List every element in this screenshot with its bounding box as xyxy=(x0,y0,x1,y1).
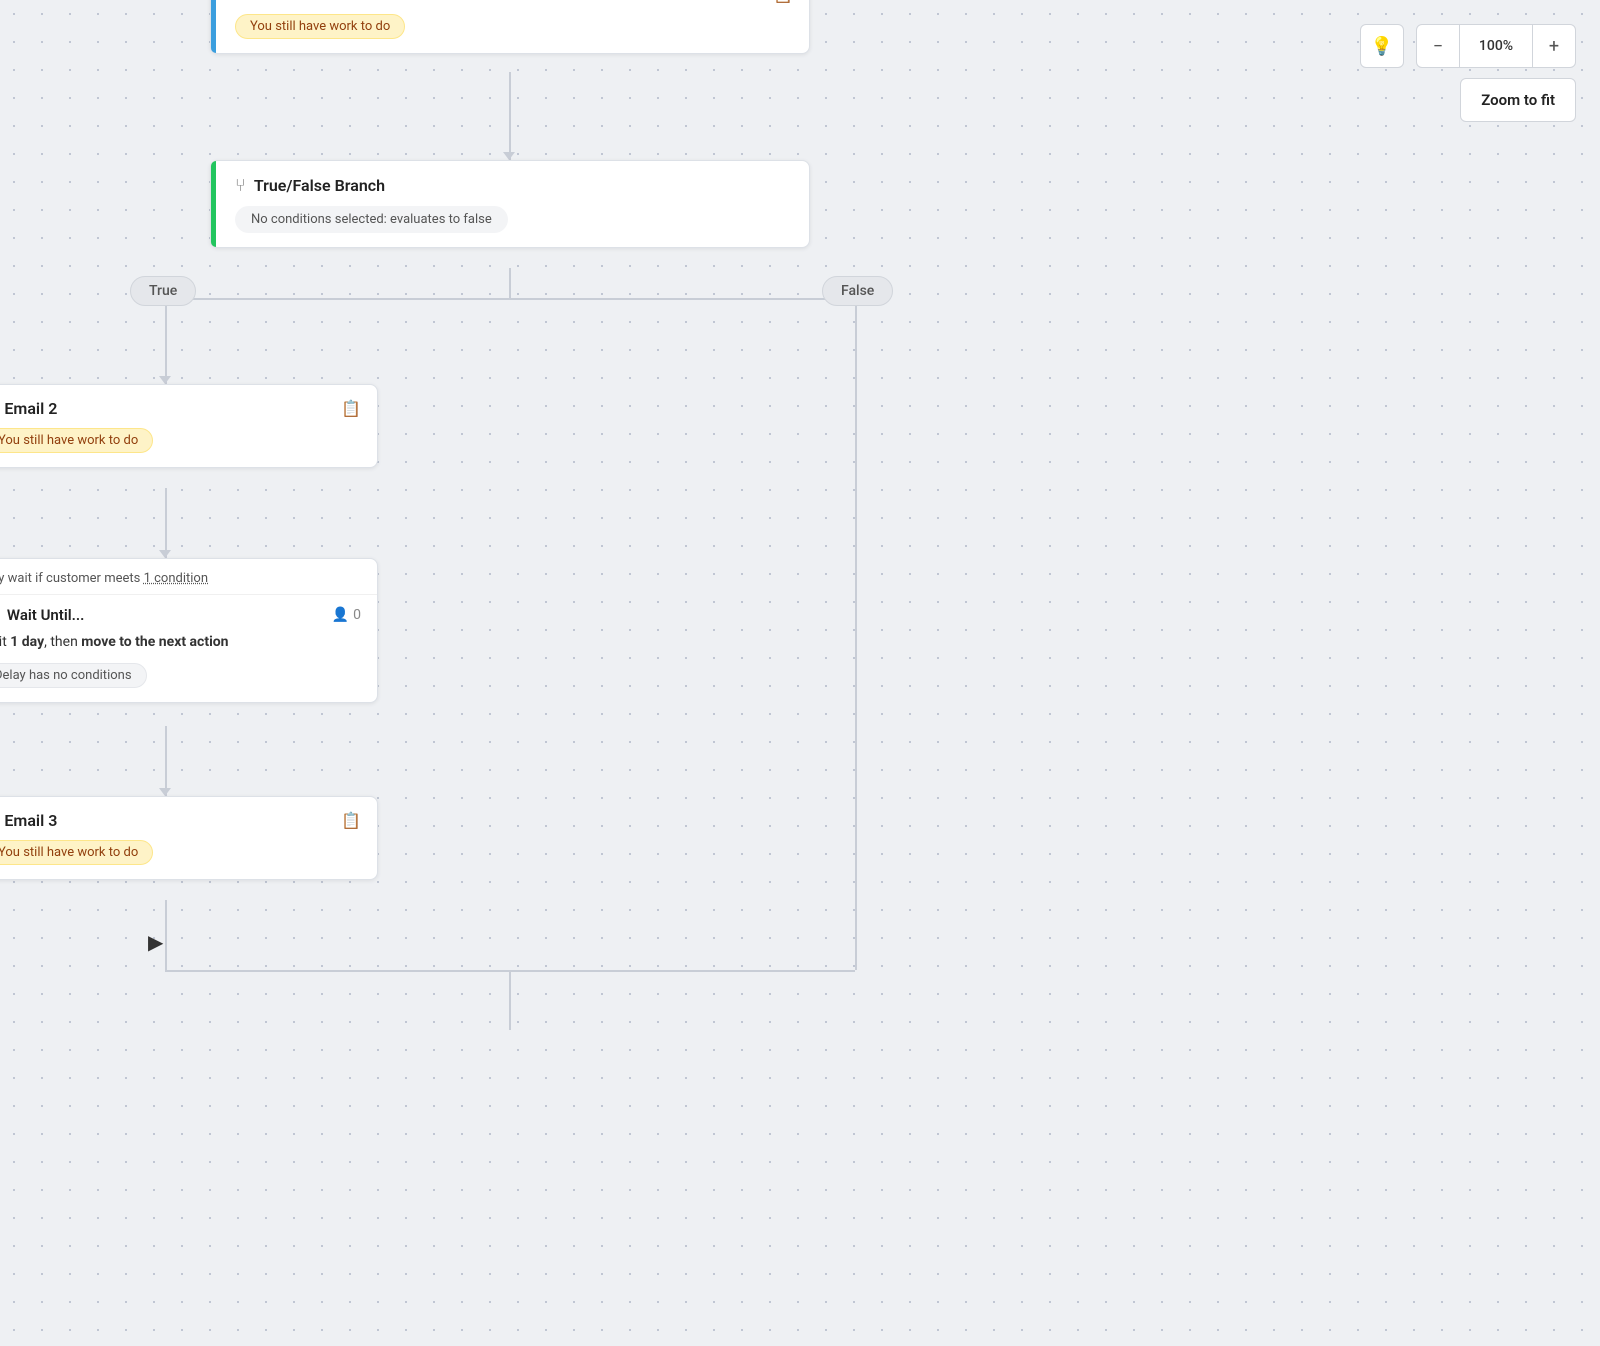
wait-count-value: 0 xyxy=(353,607,361,623)
wait-condition-text: Only wait if customer meets xyxy=(0,571,140,586)
arrow-true-email2 xyxy=(159,376,171,384)
zoom-value-display: 100% xyxy=(1460,24,1532,68)
branch-icon: ⑂ xyxy=(235,175,246,196)
connector-bottom-merge xyxy=(509,970,511,1030)
connector-email2-wait xyxy=(165,488,167,558)
email-1-badge: 📋 xyxy=(773,0,793,4)
email-3-header: ✉ Email 3 📋 xyxy=(0,797,377,840)
connector-h-branch xyxy=(165,298,855,300)
lightbulb-button[interactable]: 💡 xyxy=(1360,24,1404,68)
wait-count: 👤 0 xyxy=(332,607,361,623)
email-2-header: ✉ Email 2 📋 xyxy=(0,385,377,428)
false-label: False xyxy=(822,276,893,306)
zoom-out-button[interactable]: − xyxy=(1416,24,1460,68)
flow-content: ✉ Email 1 📋 You still have work to do ⑂ … xyxy=(0,0,1600,1346)
email-1-node[interactable]: ✉ Email 1 📋 You still have work to do xyxy=(210,0,810,54)
cursor-indicator: ▶ xyxy=(148,930,163,954)
wait-node[interactable]: Only wait if customer meets 1 condition … xyxy=(0,558,378,703)
email-2-node[interactable]: ✉ Email 2 📋 You still have work to do xyxy=(0,384,378,468)
arrow-email2-wait xyxy=(159,550,171,558)
connector-email3-bottom xyxy=(165,900,167,970)
toolbar: 💡 − 100% + Zoom to fit xyxy=(1360,24,1576,122)
email-1-left-bar xyxy=(211,0,216,53)
connector-branch-split xyxy=(509,268,511,298)
zoom-in-button[interactable]: + xyxy=(1532,24,1576,68)
wait-action-bold: move to the next action xyxy=(81,634,228,650)
email-3-title: Email 3 xyxy=(4,811,333,830)
arrow-wait-email3 xyxy=(159,788,171,796)
connector-false-down xyxy=(855,324,857,970)
toolbar-controls-row: 💡 − 100% + xyxy=(1360,24,1576,68)
zoom-to-fit-button[interactable]: Zoom to fit xyxy=(1460,78,1576,122)
email-2-badge: 📋 xyxy=(341,399,361,418)
email-3-node[interactable]: ✉ Email 3 📋 You still have work to do xyxy=(0,796,378,880)
wait-condition-link[interactable]: 1 condition xyxy=(144,571,208,586)
branch-node[interactable]: ⑂ True/False Branch No conditions select… xyxy=(210,160,810,248)
wait-title: Wait Until... xyxy=(7,606,85,624)
wait-day-bold: 1 day xyxy=(10,634,44,650)
wait-condition: Only wait if customer meets 1 condition xyxy=(0,559,377,595)
person-icon: 👤 xyxy=(332,607,349,623)
arrow-email1-branch xyxy=(503,152,515,160)
true-label: True xyxy=(130,276,196,306)
workflow-canvas: 💡 − 100% + Zoom to fit ✉ Email 1 📋 You s… xyxy=(0,0,1600,1346)
branch-title: True/False Branch xyxy=(254,176,385,195)
email-1-title: Email 1 xyxy=(256,0,765,4)
email-1-header: ✉ Email 1 📋 xyxy=(211,0,809,14)
connector-true-email2 xyxy=(165,324,167,384)
branch-subtitle: No conditions selected: evaluates to fal… xyxy=(235,206,508,233)
connector-wait-email3 xyxy=(165,726,167,796)
email-1-icon: ✉ xyxy=(235,0,248,4)
wait-header: 🤚 Wait Until... 👤 0 xyxy=(0,605,361,624)
wait-inner: 🤚 Wait Until... 👤 0 Wait 1 day, then mov… xyxy=(0,595,377,702)
connector-email1-branch xyxy=(509,72,511,160)
wait-delay-tag: Delay has no conditions xyxy=(0,663,147,688)
email-3-tag: You still have work to do xyxy=(0,840,153,865)
email-1-tag: You still have work to do xyxy=(235,14,405,39)
wait-description: Wait 1 day, then move to the next action xyxy=(0,632,361,653)
branch-left-bar xyxy=(211,161,216,247)
wait-title-row: 🤚 Wait Until... xyxy=(0,605,84,624)
branch-header: ⑂ True/False Branch xyxy=(211,161,809,206)
email-3-badge: 📋 xyxy=(341,811,361,830)
email-2-tag: You still have work to do xyxy=(0,428,153,453)
email-2-title: Email 2 xyxy=(4,399,333,418)
